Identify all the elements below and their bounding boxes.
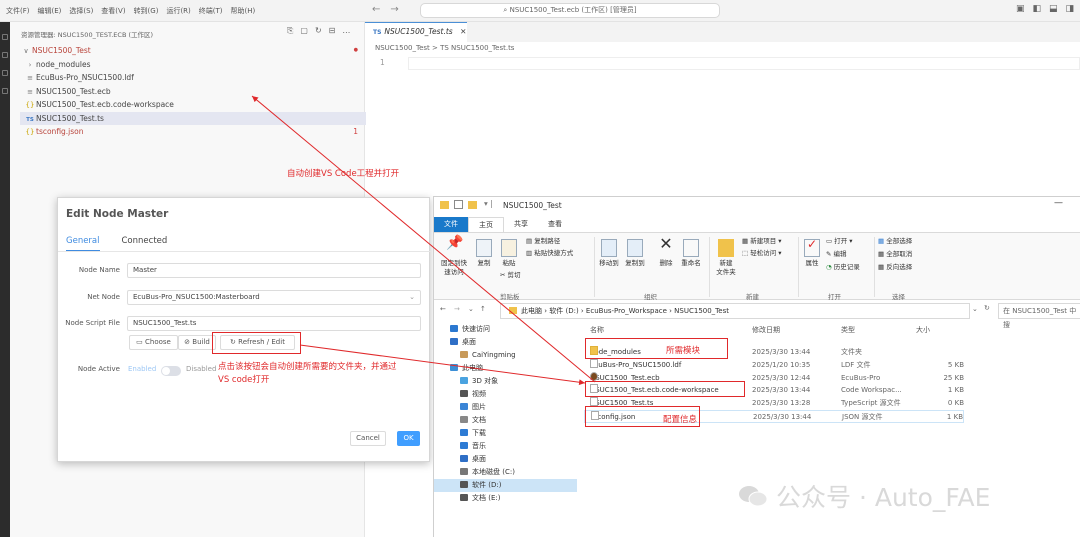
watermark-text: 公众号 · Auto_FAE [776,483,991,512]
arrow-to-vscode [251,95,596,383]
highlight-workspace-file [585,381,745,397]
annotation-click-hint-1: 点击该按钮会自动创建所需要的文件夹，并通过 [218,362,397,372]
annotation-arrows [251,95,596,386]
wechat-icon [739,486,768,507]
annotation-auto-create: 自动创建VS Code工程并打开 [287,169,400,179]
highlight-node-modules [585,338,728,359]
annotation-required-modules: 所需模块 [666,346,701,356]
annotation-click-hint-2: VS code打开 [218,375,270,385]
watermark: 公众号 · Auto_FAE [738,478,990,514]
highlight-refresh-button [212,332,301,354]
annotation-config-info: 配置信息 [663,415,698,425]
